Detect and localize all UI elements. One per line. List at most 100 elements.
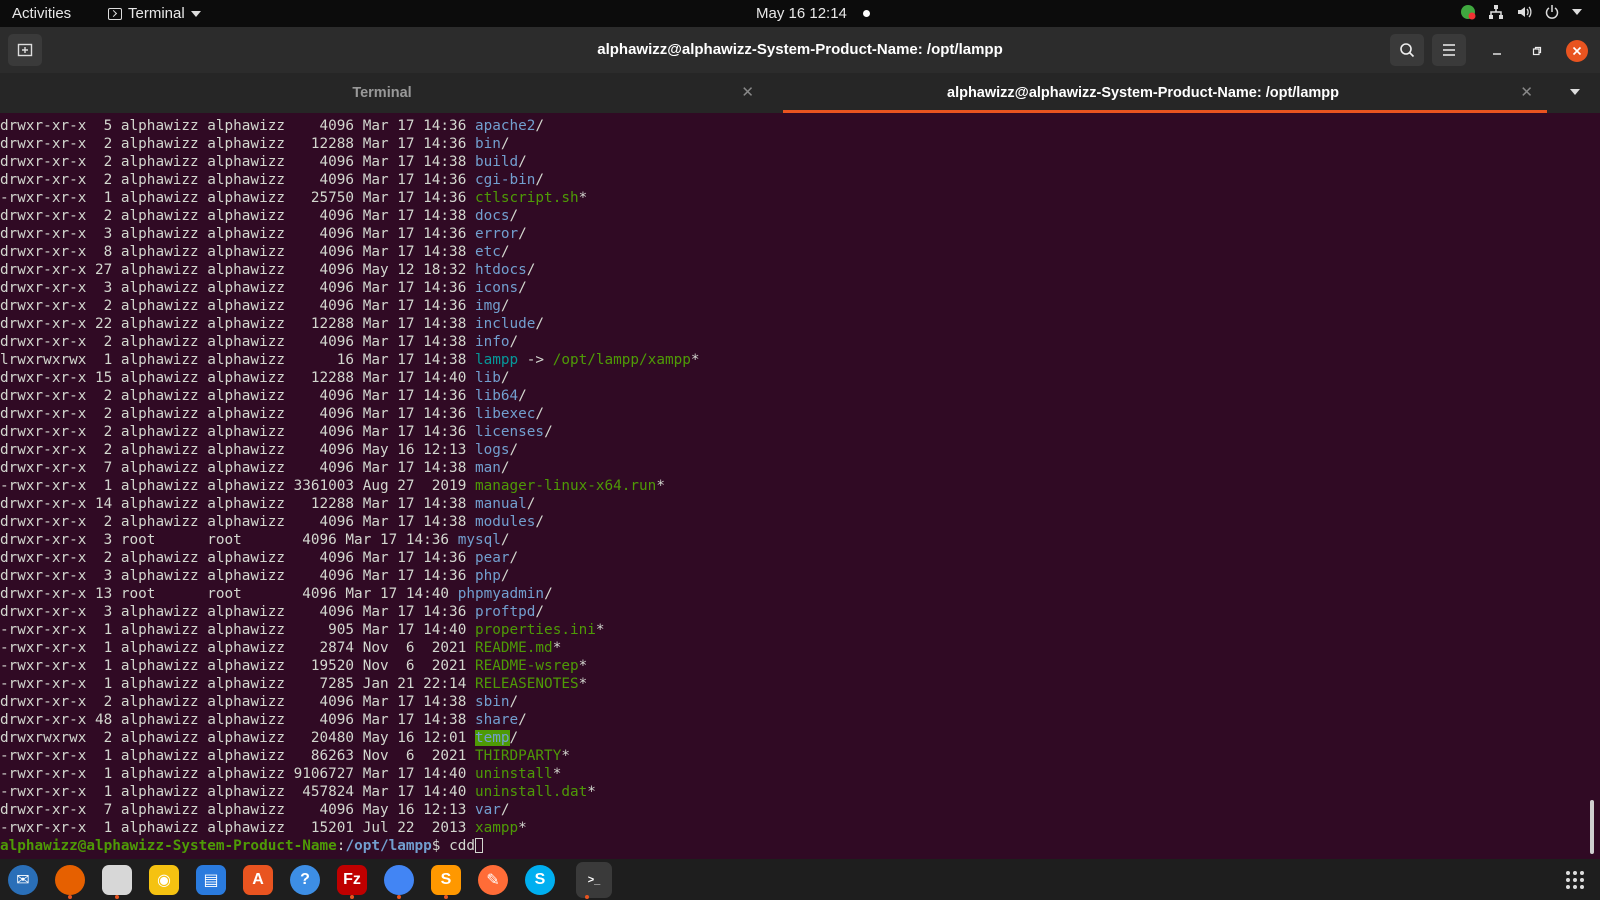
notification-dot-icon — [862, 10, 870, 17]
terminal-icon[interactable]: >_ — [576, 862, 612, 898]
file-name: uninstall.dat — [474, 784, 588, 800]
file-name: phpmyadmin — [457, 586, 545, 602]
file-name: licenses — [474, 424, 545, 440]
sublime-icon[interactable]: S — [431, 865, 461, 895]
chevron-down-icon — [190, 10, 201, 17]
file-meta: drwxr-xr-x 2 alphawizz alphawizz 4096 Ma… — [0, 694, 475, 710]
filezilla-icon[interactable]: Fz — [337, 865, 367, 895]
show-applications-icon[interactable] — [1566, 871, 1584, 889]
minimize-button[interactable] — [1486, 40, 1508, 62]
dock: ✉ ◉ ▤ A? Fz S ✎ S >_ — [0, 859, 1600, 900]
file-meta: drwxr-xr-x 2 alphawizz alphawizz 4096 Ma… — [0, 424, 475, 440]
file-name: properties.ini — [474, 622, 596, 638]
file-suffix: / — [500, 244, 510, 260]
file-meta: drwxr-xr-x 2 alphawizz alphawizz 12288 M… — [0, 136, 475, 152]
hamburger-menu-button[interactable] — [1432, 34, 1466, 66]
rhythmbox-icon[interactable]: ◉ — [149, 865, 179, 895]
file-name: htdocs — [474, 262, 527, 278]
volume-icon[interactable] — [1516, 4, 1532, 20]
thunderbird-icon[interactable]: ✉ — [8, 865, 38, 895]
file-meta: drwxrwxrwx 2 alphawizz alphawizz 20480 M… — [0, 730, 475, 746]
text-cursor — [475, 838, 483, 853]
file-suffix: / — [509, 550, 519, 566]
file-meta: -rwxr-xr-x 1 alphawizz alphawizz 457824 … — [0, 784, 475, 800]
network-icon[interactable] — [1488, 4, 1504, 20]
tab-terminal[interactable]: Terminal ✕ — [0, 73, 780, 113]
command-input[interactable]: cdd — [449, 838, 475, 854]
firefox-icon[interactable] — [55, 865, 85, 895]
chrome-icon[interactable] — [384, 865, 414, 895]
file-suffix: / — [500, 532, 510, 548]
listing-row: -rwxr-xr-x 1 alphawizz alphawizz 19520 N… — [0, 657, 1586, 675]
restore-icon — [1532, 46, 1542, 56]
file-name: include — [474, 316, 536, 332]
restore-button[interactable] — [1526, 40, 1548, 62]
file-suffix: / — [500, 802, 510, 818]
system-tray[interactable] — [1460, 4, 1582, 20]
file-name: modules — [474, 514, 536, 530]
file-suffix: * — [561, 748, 570, 764]
chevron-down-icon[interactable] — [1572, 9, 1582, 15]
search-icon — [1400, 43, 1415, 58]
listing-row: drwxr-xr-x 3 alphawizz alphawizz 4096 Ma… — [0, 225, 1586, 243]
postman-icon[interactable]: ✎ — [478, 865, 508, 895]
file-suffix: / — [518, 712, 527, 728]
app-menu[interactable]: Terminal — [108, 5, 201, 22]
file-name: lib64 — [474, 388, 519, 404]
skype-icon[interactable]: S — [525, 865, 555, 895]
file-suffix: / — [544, 586, 553, 602]
file-suffix: / — [535, 514, 545, 530]
file-suffix: * — [656, 478, 665, 494]
minimize-icon — [1493, 53, 1501, 55]
file-suffix: / — [544, 424, 553, 440]
prompt-user-host: alphawizz@alphawizz-System-Product-Name — [0, 838, 337, 854]
file-suffix: * — [595, 622, 605, 638]
search-button[interactable] — [1390, 34, 1424, 66]
tab-close-icon[interactable]: ✕ — [741, 83, 754, 101]
file-name: img — [474, 298, 501, 314]
terminal-scrollbar[interactable] — [1590, 800, 1594, 854]
listing-row: drwxr-xr-x 2 alphawizz alphawizz 4096 Ma… — [0, 207, 1586, 225]
file-meta: drwxr-xr-x 2 alphawizz alphawizz 4096 Ma… — [0, 388, 475, 404]
file-name: bin — [474, 136, 501, 152]
file-name: manual — [474, 496, 527, 512]
file-suffix: / — [535, 406, 545, 422]
listing-row: drwxr-xr-x 3 alphawizz alphawizz 4096 Ma… — [0, 279, 1586, 297]
tab-lampp[interactable]: alphawizz@alphawizz-System-Product-Name:… — [783, 73, 1547, 113]
help-icon[interactable]: ? — [290, 865, 320, 895]
close-window-button[interactable] — [1566, 40, 1588, 62]
listing-row: drwxr-xr-x 22 alphawizz alphawizz 12288 … — [0, 315, 1586, 333]
running-indicator — [115, 895, 119, 899]
file-suffix: -> — [518, 352, 553, 368]
clock[interactable]: May 16 12:14 — [756, 5, 870, 22]
prompt-path: /opt/lampp — [345, 838, 432, 854]
running-indicator — [585, 895, 589, 899]
listing-row: drwxr-xr-x 14 alphawizz alphawizz 12288 … — [0, 495, 1586, 513]
update-shield-icon[interactable] — [1460, 4, 1476, 20]
file-name: libexec — [474, 406, 536, 422]
software-icon[interactable]: A — [243, 865, 273, 895]
file-name: sbin — [474, 694, 510, 710]
power-icon[interactable] — [1544, 4, 1560, 20]
terminal-output[interactable]: drwxr-xr-x 5 alphawizz alphawizz 4096 Ma… — [0, 117, 1586, 859]
file-suffix: / — [500, 136, 510, 152]
link-target-suffix: * — [690, 352, 700, 368]
running-indicator — [397, 895, 401, 899]
listing-row: drwxr-xr-x 2 alphawizz alphawizz 4096 Ma… — [0, 405, 1586, 423]
running-indicator — [444, 895, 448, 899]
listing-row: -rwxr-xr-x 1 alphawizz alphawizz 25750 M… — [0, 189, 1586, 207]
activities-button[interactable]: Activities — [12, 5, 71, 22]
writer-icon[interactable]: ▤ — [196, 865, 226, 895]
listing-row: -rwxr-xr-x 1 alphawizz alphawizz 86263 N… — [0, 747, 1586, 765]
listing-row: drwxr-xr-x 7 alphawizz alphawizz 4096 Ma… — [0, 801, 1586, 819]
file-name: uninstall — [474, 766, 553, 782]
tab-bar: Terminal ✕ alphawizz@alphawizz-System-Pr… — [0, 73, 1600, 113]
tab-close-icon[interactable]: ✕ — [1520, 83, 1533, 101]
file-meta: drwxr-xr-x 15 alphawizz alphawizz 12288 … — [0, 370, 475, 386]
tab-list-chevron-icon[interactable] — [1570, 89, 1580, 95]
file-suffix: / — [509, 730, 519, 746]
files-icon[interactable] — [102, 865, 132, 895]
file-meta: -rwxr-xr-x 1 alphawizz alphawizz 15201 J… — [0, 820, 475, 836]
prompt-line: alphawizz@alphawizz-System-Product-Name:… — [0, 837, 1586, 855]
file-suffix: * — [552, 766, 562, 782]
